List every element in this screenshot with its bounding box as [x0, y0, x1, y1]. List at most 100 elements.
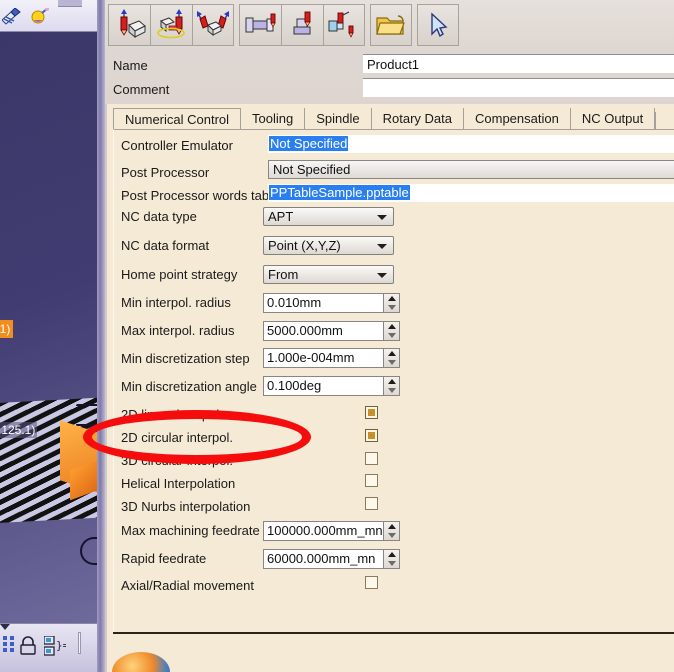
post-processor-input[interactable]: Not Specified [268, 160, 674, 179]
max-machining-feedrate-label: Max machining feedrate [121, 522, 260, 538]
name-row: Name [113, 54, 355, 76]
stepper-buttons[interactable] [383, 321, 400, 341]
min-discretization-step-value[interactable]: 1.000e-004mm [263, 348, 383, 368]
tab-bar: Numerical Control Tooling Spindle Rotary… [113, 108, 674, 131]
panel-splitter[interactable] [97, 0, 105, 672]
machine-3axis-icon[interactable] [108, 4, 150, 46]
controller-emulator-input[interactable]: Not Specified [268, 135, 674, 153]
svg-text:}=: }= [56, 639, 66, 652]
controller-emulator-label: Controller Emulator [121, 137, 233, 153]
stepper-up-icon[interactable] [384, 349, 399, 358]
stepper-down-icon[interactable] [384, 559, 399, 568]
comment-row: Comment [113, 78, 355, 100]
tab-end-divider [655, 112, 657, 130]
stepper-down-icon[interactable] [384, 303, 399, 312]
stepper-buttons[interactable] [383, 549, 400, 569]
rapid-feedrate-value[interactable]: 60000.000mm_mn [263, 549, 383, 569]
tab-compensation[interactable]: Compensation [464, 108, 571, 130]
max-machining-feedrate-value[interactable]: 100000.000mm_mn [263, 521, 383, 541]
paint-brush-icon[interactable] [2, 8, 22, 26]
lock-icon[interactable] [18, 636, 38, 656]
nurbs-3d-checkbox[interactable] [365, 497, 378, 510]
nc-data-type-value: APT [268, 209, 294, 224]
stepper-up-icon[interactable] [384, 377, 399, 386]
comment-input[interactable] [363, 78, 674, 97]
pointer-arrow-icon[interactable] [417, 4, 459, 46]
stepper-up-icon[interactable] [384, 550, 399, 559]
layers-icon[interactable]: }= [44, 636, 66, 656]
linear-2d-label: 2D linear interpol. [121, 406, 223, 422]
machine-multi-slide-lathe-icon[interactable] [323, 4, 365, 46]
circular-2d-checkbox[interactable] [365, 429, 378, 442]
min-discretization-angle-label: Min discretization angle [121, 378, 257, 394]
post-processor-words-table-label: Post Processor words table [121, 187, 280, 203]
home-point-strategy-value: From [268, 267, 299, 282]
row-helical-interpolation: Helical Interpolation [113, 472, 674, 494]
controller-emulator-value: Not Specified [269, 136, 349, 151]
tab-rotary-data[interactable]: Rotary Data [372, 108, 464, 130]
3d-viewport[interactable]: on.1) M 125.1) [0, 32, 97, 623]
rapid-feedrate-stepper[interactable]: 60000.000mm_mn [263, 549, 400, 569]
row-axial-radial-movement: Axial/Radial movement [113, 574, 674, 596]
nc-data-type-combo[interactable]: APT [263, 207, 394, 226]
stepper-buttons[interactable] [383, 521, 400, 541]
machine-type-button-group [108, 3, 459, 47]
viewport-coordinate-label: M 125.1) [0, 422, 38, 438]
tab-tooling[interactable]: Tooling [241, 108, 306, 130]
cad-viewport-column: on.1) M 125.1) }= [0, 0, 105, 672]
linear-2d-checkbox[interactable] [365, 406, 378, 419]
tab-numerical-control[interactable]: Numerical Control [113, 108, 242, 131]
application-window: on.1) M 125.1) }= [0, 0, 674, 672]
machine-vertical-lathe-icon[interactable] [281, 4, 323, 46]
max-machining-feedrate-stepper[interactable]: 100000.000mm_mn [263, 521, 400, 541]
caret-down-icon[interactable] [0, 624, 10, 630]
name-label: Name [113, 57, 148, 73]
min-interpol-radius-value[interactable]: 0.010mm [263, 293, 383, 313]
max-interpol-radius-value[interactable]: 5000.000mm [263, 321, 383, 341]
viewport-operation-tag: on.1) [0, 320, 14, 338]
chevron-down-icon [377, 215, 387, 220]
name-input[interactable]: Product1 [363, 54, 674, 73]
min-discretization-step-stepper[interactable]: 1.000e-004mm [263, 348, 400, 368]
max-interpol-radius-stepper[interactable]: 5000.000mm [263, 321, 400, 341]
stepper-up-icon[interactable] [384, 294, 399, 303]
min-discretization-angle-value[interactable]: 0.100deg [263, 376, 383, 396]
stepper-down-icon[interactable] [384, 358, 399, 367]
machine-horizontal-lathe-icon[interactable] [239, 4, 281, 46]
post-processor-words-table-input[interactable]: PPTableSample.pptable [268, 184, 674, 202]
open-folder-icon[interactable] [370, 4, 412, 46]
min-discretization-step-label: Min discretization step [121, 350, 250, 366]
helical-checkbox[interactable] [365, 474, 378, 487]
grid-icon[interactable] [3, 636, 15, 652]
stepper-buttons[interactable] [383, 293, 400, 313]
nc-data-type-label: NC data type [121, 208, 197, 224]
stepper-up-icon[interactable] [384, 322, 399, 331]
chevron-down-icon [377, 273, 387, 278]
stepper-down-icon[interactable] [384, 386, 399, 395]
row-3d-nurbs-interpolation: 3D Nurbs interpolation [113, 495, 674, 517]
post-processor-label: Post Processor [121, 164, 210, 180]
max-interpol-radius-label: Max interpol. radius [121, 322, 235, 338]
tab-nc-output[interactable]: NC Output [571, 108, 656, 130]
stepper-down-icon[interactable] [384, 531, 399, 540]
circular-2d-label: 2D circular interpol. [121, 429, 233, 445]
statusbar-resize-handle[interactable] [78, 632, 81, 654]
min-discretization-angle-stepper[interactable]: 0.100deg [263, 376, 400, 396]
circular-3d-checkbox[interactable] [365, 452, 378, 465]
home-point-strategy-label: Home point strategy [121, 266, 238, 282]
axial-radial-movement-checkbox[interactable] [365, 576, 378, 589]
machine-3axis-rotary-icon[interactable] [150, 4, 192, 46]
stepper-down-icon[interactable] [384, 331, 399, 340]
stepper-buttons[interactable] [383, 376, 400, 396]
axial-radial-movement-label: Axial/Radial movement [121, 577, 254, 593]
stepper-buttons[interactable] [383, 348, 400, 368]
machine-5axis-icon[interactable] [192, 4, 234, 46]
post-processor-words-table-value: PPTableSample.pptable [269, 185, 410, 200]
light-bulb-icon[interactable] [30, 8, 50, 26]
nc-data-format-combo[interactable]: Point (X,Y,Z) [263, 236, 394, 255]
home-point-strategy-combo[interactable]: From [263, 265, 394, 284]
row-3d-circular-interpol: 3D circular interpol. [113, 449, 674, 471]
min-interpol-radius-stepper[interactable]: 0.010mm [263, 293, 400, 313]
stepper-up-icon[interactable] [384, 522, 399, 531]
tab-spindle[interactable]: Spindle [305, 108, 372, 130]
